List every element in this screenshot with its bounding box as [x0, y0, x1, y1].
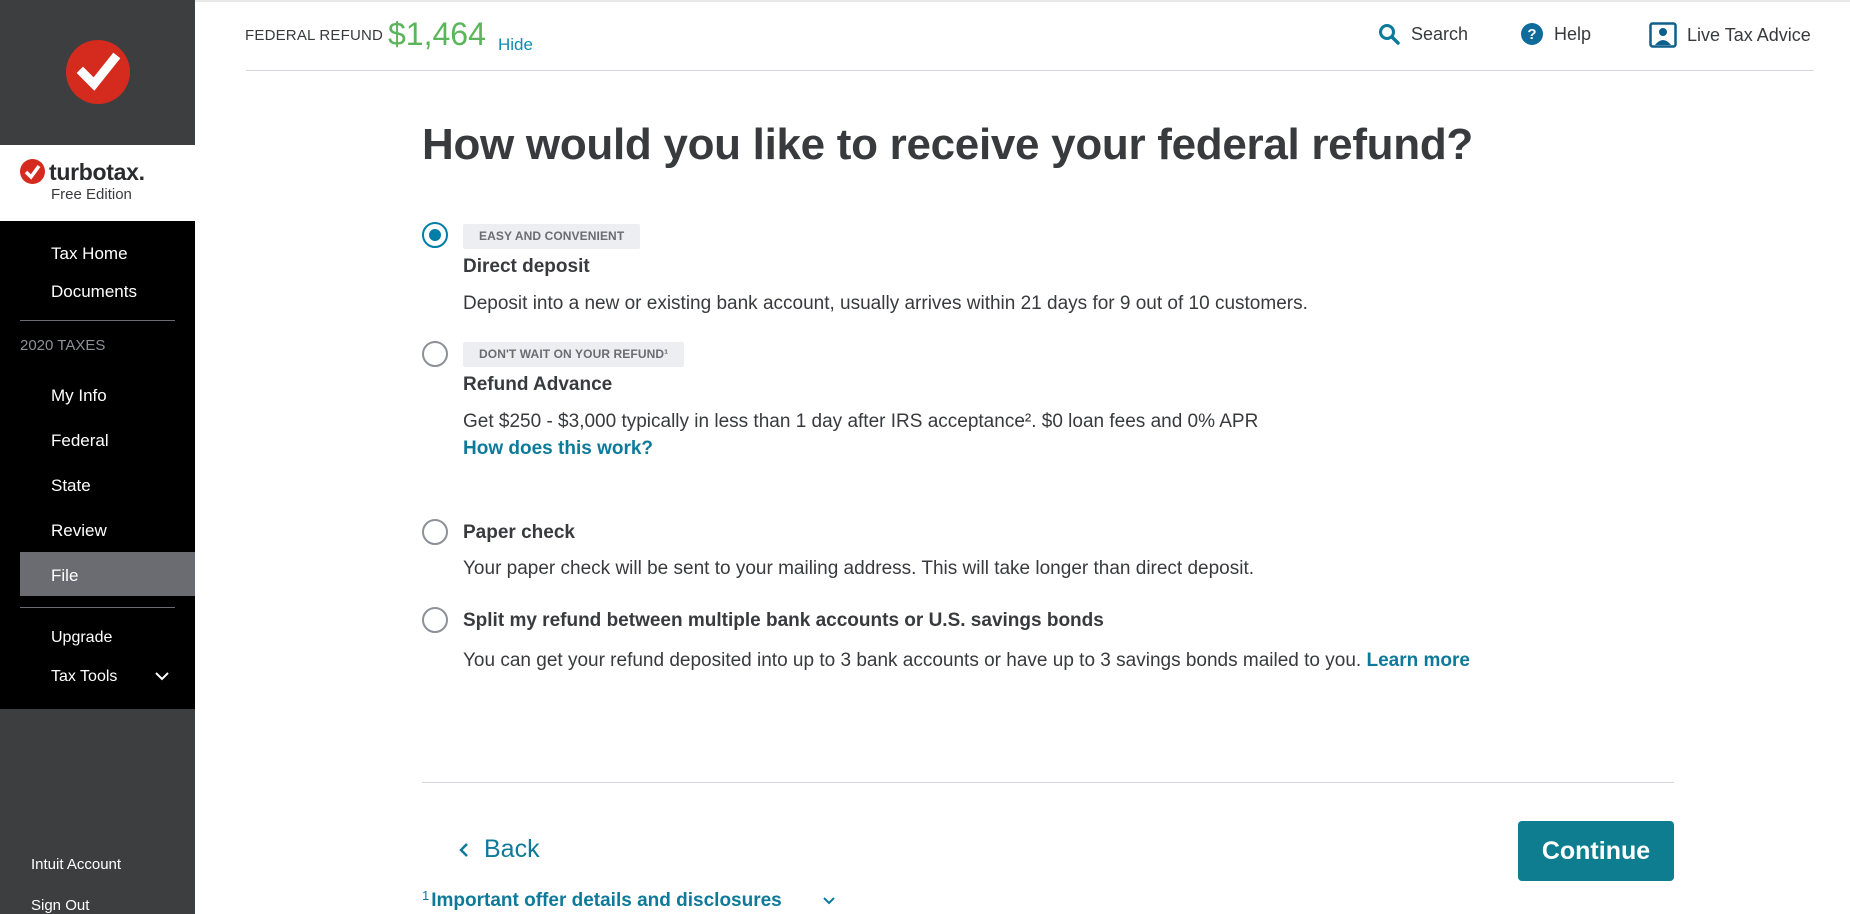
brand-edition: Free Edition: [51, 186, 132, 203]
sidebar-item-file-highlight[interactable]: [20, 552, 195, 596]
brand-name: turbotax.: [49, 159, 145, 185]
divider: [20, 320, 175, 321]
logo-area: [0, 0, 195, 145]
turbotax-check-icon[interactable]: [66, 40, 130, 104]
live-advice-icon: [1649, 22, 1677, 48]
page-title: How would you like to receive your feder…: [422, 120, 1473, 169]
how-does-this-work-link[interactable]: How does this work?: [463, 438, 653, 460]
chevron-down-icon[interactable]: [154, 668, 170, 684]
chevron-down-icon: [823, 897, 835, 905]
section-label: 2020 TAXES: [20, 337, 106, 354]
continue-button[interactable]: Continue: [1518, 821, 1674, 881]
option-desc-split-refund: You can get your refund deposited into u…: [463, 650, 1470, 672]
search-button[interactable]: Search: [1377, 22, 1468, 46]
help-label: Help: [1554, 23, 1592, 44]
option-desc-direct-deposit: Deposit into a new or existing bank acco…: [463, 293, 1308, 314]
radio-direct-deposit[interactable]: [422, 222, 448, 248]
refund-amount: $1,464: [388, 16, 486, 52]
sidebar-nav: Tax Home Documents 2020 TAXES My Info Fe…: [0, 221, 195, 709]
option-title-direct-deposit[interactable]: Direct deposit: [463, 256, 590, 278]
brand-block: turbotax. Free Edition: [0, 145, 195, 221]
learn-more-link[interactable]: Learn more: [1366, 650, 1469, 671]
live-tax-advice-button[interactable]: Live Tax Advice: [1649, 22, 1811, 48]
sidebar-item-my-info[interactable]: My Info: [51, 386, 107, 406]
turbotax-check-icon: [20, 159, 45, 184]
radio-paper-check[interactable]: [422, 519, 448, 545]
svg-text:?: ?: [1527, 26, 1536, 43]
sidebar-item-documents[interactable]: Documents: [51, 282, 137, 302]
badge-dont-wait: DON'T WAIT ON YOUR REFUND¹: [463, 342, 685, 367]
content-divider: [422, 782, 1674, 783]
badge-easy-convenient: EASY AND CONVENIENT: [463, 224, 641, 249]
sidebar-item-state[interactable]: State: [51, 476, 91, 496]
option-title-split-refund[interactable]: Split my refund between multiple bank ac…: [463, 610, 1104, 632]
sign-out-link[interactable]: Sign Out: [31, 897, 89, 914]
hide-refund-link[interactable]: Hide: [498, 35, 533, 55]
option-desc-refund-advance: Get $250 - $3,000 typically in less than…: [463, 411, 1259, 432]
disclosures-toggle[interactable]: 1 Important offer details and disclosure…: [422, 887, 836, 912]
intuit-account-link[interactable]: Intuit Account: [31, 856, 121, 873]
live-advice-label: Live Tax Advice: [1687, 24, 1811, 45]
sidebar-item-federal[interactable]: Federal: [51, 431, 109, 451]
help-button[interactable]: ? Help: [1520, 22, 1591, 46]
option-title-refund-advance[interactable]: Refund Advance: [463, 374, 612, 396]
sidebar-item-review[interactable]: Review: [51, 521, 107, 541]
search-icon: [1379, 24, 1400, 45]
disclosure-label: Important offer details and disclosures: [431, 890, 782, 911]
back-label: Back: [484, 835, 540, 863]
sidebar-item-upgrade[interactable]: Upgrade: [51, 629, 112, 647]
top-border: [195, 0, 1850, 2]
disclosure-footnote-marker: 1: [422, 887, 430, 903]
option-desc-paper-check: Your paper check will be sent to your ma…: [463, 558, 1255, 579]
sidebar: turbotax. Free Edition Tax Home Document…: [0, 0, 195, 914]
radio-split-refund[interactable]: [422, 607, 448, 633]
help-icon: ?: [1521, 23, 1543, 45]
sidebar-item-file[interactable]: File: [51, 566, 78, 586]
split-refund-text: You can get your refund deposited into u…: [463, 650, 1362, 671]
divider: [20, 607, 175, 608]
refund-label: FEDERAL REFUND: [245, 27, 384, 44]
option-title-paper-check[interactable]: Paper check: [463, 522, 575, 544]
chevron-left-icon: [459, 842, 468, 857]
header-divider: [246, 70, 1814, 71]
search-label: Search: [1411, 23, 1469, 44]
radio-refund-advance[interactable]: [422, 341, 448, 367]
back-button[interactable]: Back: [458, 835, 540, 864]
sidebar-item-tax-home[interactable]: Tax Home: [51, 244, 128, 264]
sidebar-item-tax-tools[interactable]: Tax Tools: [51, 668, 117, 686]
